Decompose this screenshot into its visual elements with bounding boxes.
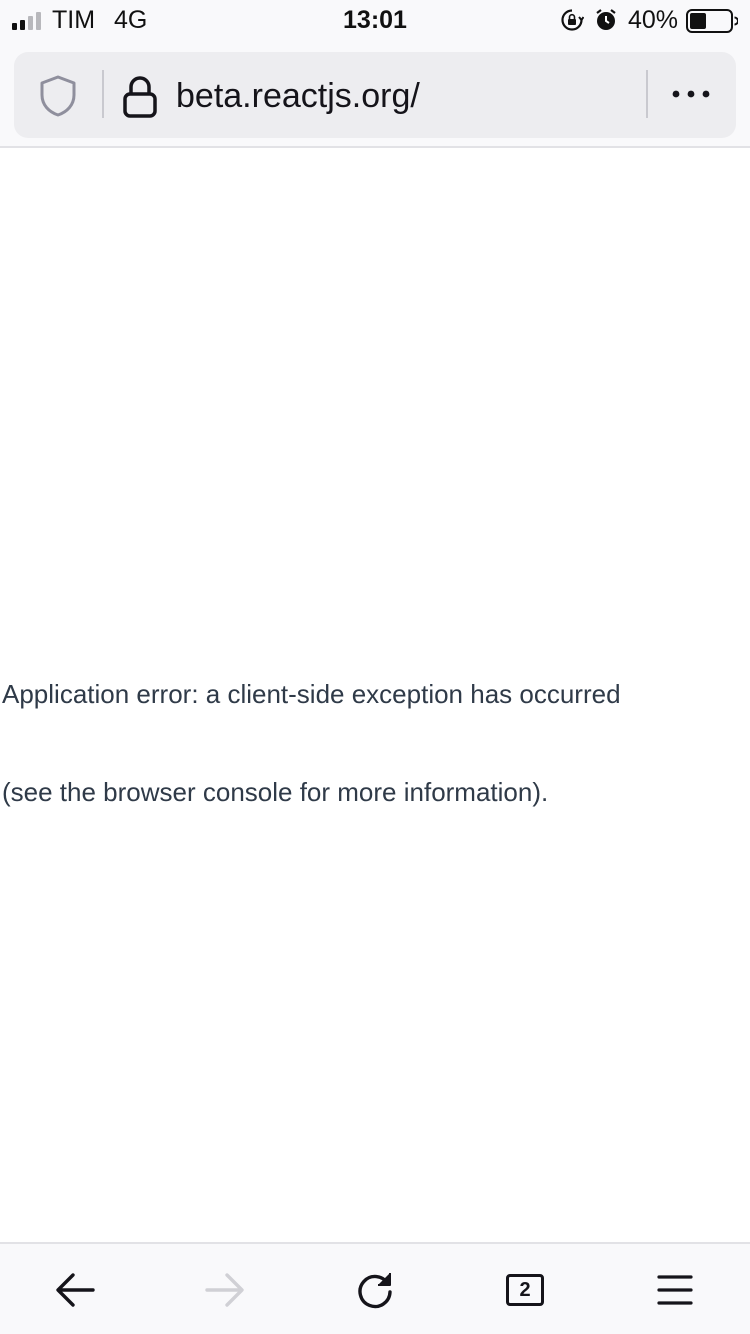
url-text[interactable]: beta.reactjs.org/	[176, 76, 420, 116]
reload-button[interactable]	[345, 1264, 405, 1316]
address-divider	[646, 70, 648, 118]
rotation-lock-icon	[561, 9, 584, 31]
address-divider	[102, 70, 104, 118]
page-content: Application error: a client-side excepti…	[0, 150, 750, 1242]
menu-icon	[657, 1275, 693, 1305]
battery-icon	[686, 9, 738, 33]
more-options-icon	[672, 90, 710, 98]
error-message: Application error: a client-side excepti…	[2, 679, 621, 709]
browser-toolbar: beta.reactjs.org/	[0, 40, 750, 148]
back-arrow-icon	[56, 1273, 95, 1307]
forward-button[interactable]	[195, 1264, 255, 1316]
forward-arrow-icon	[205, 1273, 244, 1307]
bottom-toolbar: 2	[0, 1242, 750, 1334]
address-bar[interactable]: beta.reactjs.org/	[14, 52, 736, 138]
back-button[interactable]	[45, 1264, 105, 1316]
shield-icon[interactable]	[38, 74, 78, 118]
alarm-icon	[596, 9, 616, 30]
error-hint: (see the browser console for more inform…	[2, 777, 549, 807]
more-options-button[interactable]	[666, 74, 722, 114]
battery-percentage: 40%	[628, 6, 679, 34]
reload-icon	[358, 1273, 392, 1309]
tabs-icon: 2	[506, 1274, 544, 1306]
status-bar: TIM 4G 13:01 40%	[0, 0, 750, 40]
tabs-button[interactable]: 2	[495, 1264, 555, 1316]
menu-button[interactable]	[645, 1264, 705, 1316]
lock-icon[interactable]	[122, 74, 158, 118]
